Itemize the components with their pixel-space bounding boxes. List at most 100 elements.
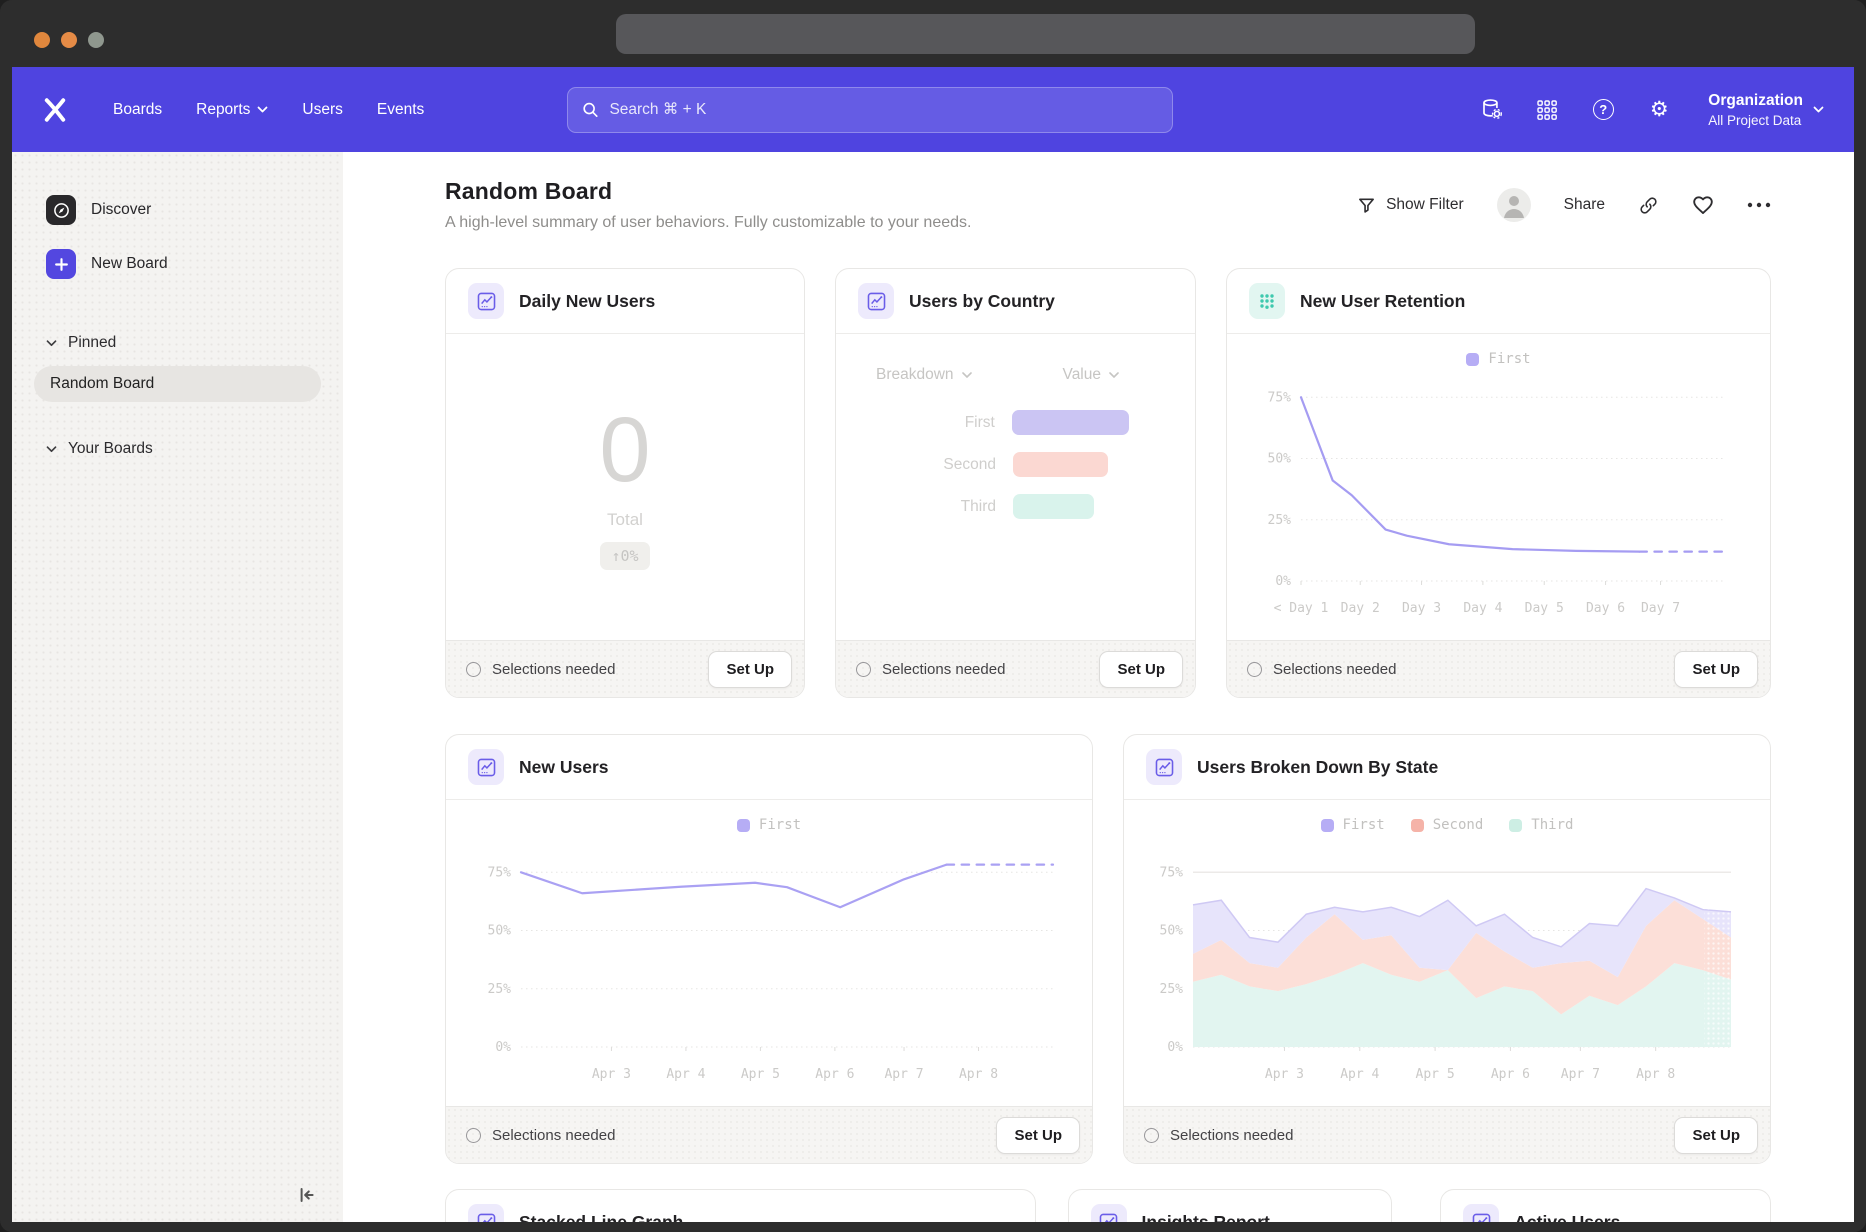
- status-label: Selections needed: [1273, 661, 1396, 678]
- svg-text:50%: 50%: [488, 924, 512, 939]
- card-row-1: Daily New Users 0 Total ↑0% Selections n…: [445, 268, 1771, 698]
- legend-label: First: [1488, 351, 1530, 367]
- card-body: First 75%50%25%0%Apr 3Apr 4Apr 5Apr 6Apr…: [446, 800, 1092, 1106]
- card-title: Insights Report: [1142, 1212, 1270, 1223]
- set-up-button[interactable]: Set Up: [1674, 1117, 1758, 1154]
- stacked-area-chart[interactable]: 75%50%25%0%Apr 3Apr 4Apr 5Apr 6Apr 7Apr …: [1137, 837, 1757, 1087]
- favorite-button[interactable]: [1692, 195, 1714, 215]
- search-input[interactable]: [567, 87, 1173, 133]
- chevron-down-icon: [257, 106, 268, 113]
- sidebar-section-pinned[interactable]: Pinned: [34, 326, 321, 360]
- svg-text:0%: 0%: [1275, 574, 1291, 589]
- navbar-right: ? ⚙ Organization All Project Data: [1478, 92, 1824, 128]
- address-bar[interactable]: [616, 14, 1475, 54]
- browser-content: Boards Reports Users Events: [12, 67, 1854, 1222]
- dropdown-label: Value: [1063, 366, 1102, 384]
- window-minimize-button[interactable]: [61, 32, 77, 48]
- search-field[interactable]: [609, 101, 1158, 119]
- legend-label: Third: [1531, 817, 1573, 833]
- copy-link-button[interactable]: [1638, 195, 1659, 216]
- share-label: Share: [1564, 196, 1605, 214]
- legend-item: First: [1466, 351, 1530, 367]
- value-dropdown[interactable]: Value: [1063, 366, 1120, 384]
- bar-third[interactable]: [1013, 494, 1094, 519]
- card-header: New User Retention: [1227, 269, 1770, 334]
- help-icon[interactable]: ?: [1590, 97, 1616, 123]
- sidebar-item-random-board[interactable]: Random Board: [34, 366, 321, 402]
- legend-label: First: [759, 817, 801, 833]
- org-switcher[interactable]: Organization All Project Data: [1708, 92, 1824, 128]
- card-users-by-country: Users by Country Breakdown Value: [835, 268, 1196, 698]
- card-row-3: Stacked Line Graph Insights Report: [445, 1189, 1771, 1222]
- set-up-button[interactable]: Set Up: [996, 1117, 1080, 1154]
- status-circle-icon: [466, 1128, 481, 1143]
- apps-grid-icon[interactable]: [1534, 97, 1560, 123]
- legend-item: Second: [1411, 817, 1484, 833]
- retention-line-chart[interactable]: 75%50%25%0%< Day 1Day 2Day 3Day 4Day 5Da…: [1241, 371, 1756, 621]
- svg-text:25%: 25%: [488, 982, 512, 997]
- window-close-button[interactable]: [34, 32, 50, 48]
- show-filter-label: Show Filter: [1386, 196, 1464, 214]
- avatar[interactable]: [1497, 188, 1531, 222]
- show-filter-button[interactable]: Show Filter: [1357, 196, 1464, 215]
- svg-text:50%: 50%: [1160, 924, 1184, 939]
- metric-label: Total: [607, 510, 643, 530]
- svg-text:0%: 0%: [495, 1040, 511, 1055]
- set-up-button[interactable]: Set Up: [708, 651, 792, 688]
- sidebar-section-your-boards[interactable]: Your Boards: [34, 432, 321, 466]
- mixpanel-logo-icon[interactable]: [40, 95, 70, 125]
- traffic-lights: [34, 32, 104, 48]
- sidebar-item-discover[interactable]: Discover: [34, 188, 321, 232]
- card-footer: Selections needed Set Up: [446, 640, 804, 697]
- card-body: Breakdown Value First Second: [836, 334, 1195, 640]
- card-header: Users Broken Down By State: [1124, 735, 1770, 800]
- metric-value: 0: [599, 404, 650, 496]
- breakdown-dropdown[interactable]: Breakdown: [876, 366, 972, 384]
- svg-text:Day 4: Day 4: [1463, 601, 1502, 616]
- settings-gear-icon[interactable]: ⚙: [1646, 97, 1672, 123]
- bar-label: Third: [836, 498, 996, 516]
- chevron-down-icon: [1109, 372, 1119, 378]
- nav-item-boards[interactable]: Boards: [100, 92, 175, 128]
- set-up-button[interactable]: Set Up: [1674, 651, 1758, 688]
- svg-text:Day 3: Day 3: [1402, 601, 1441, 616]
- titlebar: [0, 0, 1866, 67]
- line-chart-icon: [1463, 1204, 1499, 1222]
- svg-text:Apr 7: Apr 7: [884, 1067, 923, 1082]
- more-options-button[interactable]: [1747, 202, 1771, 208]
- card-header: Insights Report: [1069, 1190, 1392, 1222]
- sidebar-item-new-board[interactable]: New Board: [34, 242, 321, 286]
- bar-first[interactable]: [1012, 410, 1129, 435]
- data-management-icon[interactable]: [1478, 97, 1504, 123]
- nav-item-events[interactable]: Events: [364, 92, 437, 128]
- chevron-down-icon: [962, 372, 972, 378]
- card-header: New Users: [446, 735, 1092, 800]
- svg-text:Apr 6: Apr 6: [1491, 1067, 1530, 1082]
- nav-item-label: Users: [302, 101, 342, 119]
- share-button[interactable]: Share: [1564, 196, 1605, 214]
- bar-second[interactable]: [1013, 452, 1108, 477]
- card-active-users: Active Users: [1440, 1189, 1771, 1222]
- svg-text:75%: 75%: [1160, 865, 1184, 880]
- new-users-line-chart[interactable]: 75%50%25%0%Apr 3Apr 4Apr 5Apr 6Apr 7Apr …: [459, 837, 1079, 1087]
- card-daily-new-users: Daily New Users 0 Total ↑0% Selections n…: [445, 268, 805, 698]
- country-bar-list: First Second Third: [836, 410, 1195, 519]
- selection-status: Selections needed: [1247, 661, 1396, 678]
- set-up-button[interactable]: Set Up: [1099, 651, 1183, 688]
- legend-swatch: [737, 819, 750, 832]
- nav-item-label: Boards: [113, 101, 162, 119]
- legend-item: First: [737, 817, 801, 833]
- nav-item-users[interactable]: Users: [289, 92, 355, 128]
- sidebar-section-label: Pinned: [68, 334, 116, 352]
- chart-legend: First: [1227, 351, 1770, 367]
- legend-label: Second: [1433, 817, 1484, 833]
- legend-swatch: [1321, 819, 1334, 832]
- svg-text:Apr 6: Apr 6: [815, 1067, 854, 1082]
- svg-text:Apr 5: Apr 5: [1416, 1067, 1455, 1082]
- window-zoom-button[interactable]: [88, 32, 104, 48]
- board-actions: Show Filter Share: [1357, 188, 1771, 222]
- chart-legend: First: [446, 817, 1092, 833]
- collapse-sidebar-button[interactable]: [295, 1184, 317, 1206]
- nav-item-reports[interactable]: Reports: [183, 92, 281, 128]
- svg-text:25%: 25%: [1160, 982, 1184, 997]
